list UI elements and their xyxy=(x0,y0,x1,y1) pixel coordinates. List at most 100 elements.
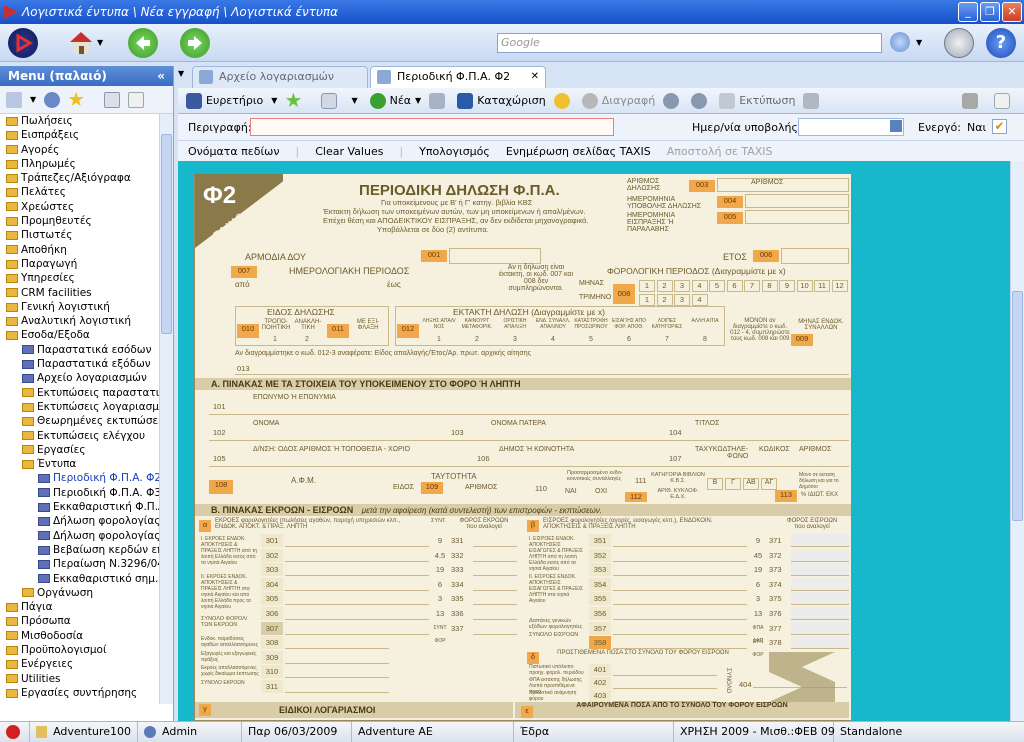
active-checkbox[interactable]: ✔ xyxy=(992,119,1007,134)
eisroes-amount[interactable] xyxy=(613,578,747,591)
search-input[interactable]: Google xyxy=(497,33,882,53)
sidebar-item[interactable]: Utilities xyxy=(0,672,160,686)
submission-date-input[interactable] xyxy=(798,118,904,136)
prost-amount[interactable] xyxy=(613,690,717,702)
eisroes-tax[interactable] xyxy=(791,607,849,620)
eisroes-tax[interactable] xyxy=(791,534,849,547)
index-dropdown-icon[interactable]: ▼ xyxy=(271,96,277,105)
sidebar-item[interactable]: Εκκαθαριστικό σημ. ι xyxy=(0,572,160,586)
ekroes-extra-amount[interactable] xyxy=(285,651,389,664)
home-icon[interactable] xyxy=(68,30,94,56)
etos-field[interactable] xyxy=(781,248,849,264)
arm-doy-field[interactable] xyxy=(449,248,541,264)
sidebar-item[interactable]: Οργάνωση xyxy=(0,586,160,600)
sidebar-item[interactable]: Βεβαίωση κερδών επ xyxy=(0,543,160,557)
row-013-field[interactable] xyxy=(253,360,849,374)
sidebar-item[interactable]: Πληρωμές xyxy=(0,157,160,171)
sidebar-item[interactable]: Θεωρημένες εκτυπώσει xyxy=(0,414,160,428)
ekroes-amount[interactable] xyxy=(285,607,429,620)
help-icon[interactable]: ? xyxy=(986,28,1016,58)
sidebar-item[interactable]: Παραστατικά εσόδων xyxy=(0,343,160,357)
sidebar-item[interactable]: Εισπράξεις xyxy=(0,128,160,142)
sidebar-scrollbar[interactable] xyxy=(159,114,173,704)
eisroes-tax[interactable] xyxy=(791,563,849,577)
sidebar-item[interactable]: Παραστατικά εξόδων xyxy=(0,357,160,371)
new-dropdown-icon[interactable]: ▼ xyxy=(415,96,421,105)
sidebar-item[interactable]: Δήλωση φορολογίας xyxy=(0,514,160,528)
new-button[interactable]: Νέα ▼ xyxy=(369,92,421,109)
sidebar-item[interactable]: Εκτυπώσεις παραστατικώ xyxy=(0,386,160,400)
index-button[interactable]: Ευρετήριο ▼ xyxy=(186,92,277,109)
tabs-dropdown-icon[interactable]: ▼ xyxy=(178,69,190,83)
search-engine-icon[interactable] xyxy=(890,32,910,52)
row-field[interactable] xyxy=(253,400,433,412)
category-box[interactable]: ΑΓ xyxy=(761,478,777,490)
sidebar-item[interactable]: Αναλυτική λογιστική xyxy=(0,314,160,328)
eisroes-tax[interactable] xyxy=(791,577,849,591)
home-dropdown-icon[interactable]: ▼ xyxy=(97,38,103,47)
month-box[interactable]: 1 xyxy=(639,280,655,292)
row-field[interactable] xyxy=(253,452,433,464)
sidebar-item[interactable]: Εσοδα/Εξοδα xyxy=(0,328,160,342)
month-box[interactable]: 9 xyxy=(779,280,795,292)
quarter-box[interactable]: 3 xyxy=(674,294,690,306)
month-box[interactable]: 5 xyxy=(709,280,725,292)
sidebar-item[interactable]: Εργασίες συντήρησης xyxy=(0,686,160,700)
eisroes-amount[interactable] xyxy=(613,622,747,635)
clock-icon[interactable] xyxy=(944,28,974,58)
sidebar-item[interactable]: Αρχείο λογαριασμών xyxy=(0,371,160,385)
sidebar-item[interactable]: Προμηθευτές xyxy=(0,214,160,228)
menu-clear-values[interactable]: Clear Values xyxy=(315,145,383,158)
ekroes-tax[interactable] xyxy=(473,592,517,606)
ekroes-tax[interactable] xyxy=(473,549,517,562)
ekroes-amount[interactable] xyxy=(285,592,429,606)
eisroes-amount[interactable] xyxy=(613,592,747,606)
prost-amount[interactable] xyxy=(613,677,717,689)
print-options-button[interactable] xyxy=(803,92,823,109)
category-box[interactable]: Β xyxy=(707,478,723,490)
sidebar-item[interactable]: Πάγια xyxy=(0,600,160,614)
month-box[interactable]: 6 xyxy=(726,280,743,292)
calendar-icon[interactable] xyxy=(890,120,902,132)
eisroes-tax[interactable] xyxy=(791,592,849,606)
notes-button[interactable] xyxy=(994,92,1014,109)
sidebar-item[interactable]: Προϋπολογισμοί xyxy=(0,643,160,657)
sidebar-item[interactable]: Γενική λογιστική xyxy=(0,300,160,314)
sidebar-item[interactable]: Μισθοδοσία xyxy=(0,629,160,643)
ekroes-tax[interactable] xyxy=(473,534,517,547)
month-box[interactable]: 8 xyxy=(761,280,778,292)
eisroes-tax[interactable] xyxy=(791,621,849,635)
sidebar-item[interactable]: Περιοδική Φ.Π.Α. Φ2 xyxy=(0,471,160,485)
next-record-button[interactable] xyxy=(691,92,711,109)
forward-icon[interactable] xyxy=(180,28,210,58)
sidebar-item[interactable]: Εκκαθαριστική Φ.Π.Α xyxy=(0,500,160,514)
ekroes-tax[interactable] xyxy=(473,607,517,620)
app-menu-icon[interactable] xyxy=(8,28,38,58)
sidebar-item[interactable]: Εκτυπώσεις ελέγχου xyxy=(0,429,160,443)
category-box[interactable]: Γ xyxy=(725,478,741,490)
ekroes-tax[interactable] xyxy=(473,622,517,635)
sidebar-item[interactable]: Αποθήκη xyxy=(0,243,160,257)
ekroes-extra-amount[interactable] xyxy=(285,636,389,649)
sidebar-item[interactable]: Εργασίες xyxy=(0,443,160,457)
month-box[interactable]: 7 xyxy=(744,280,760,292)
print-button[interactable]: Εκτύπωση xyxy=(719,92,795,109)
back-icon[interactable] xyxy=(128,28,158,58)
menu-send-taxis[interactable]: Αποστολή σε TAXIS xyxy=(667,145,773,158)
wizard-button[interactable] xyxy=(285,92,305,109)
delete-button[interactable]: Διαγραφή xyxy=(581,92,655,109)
month-box[interactable]: 4 xyxy=(691,280,708,292)
month-box[interactable]: 12 xyxy=(831,280,848,292)
preview-button[interactable]: ▼ xyxy=(313,92,358,109)
eisroes-tax[interactable] xyxy=(791,636,849,650)
sidebar-item[interactable]: Χρεώστες xyxy=(0,200,160,214)
quarter-box[interactable]: 2 xyxy=(656,294,673,306)
sidebar-item[interactable]: Πελάτες xyxy=(0,185,160,199)
sidebar-item[interactable]: Εκτυπώσεις λογαριασμώ xyxy=(0,400,160,414)
user-icon[interactable] xyxy=(44,91,61,108)
tools-button[interactable] xyxy=(962,92,982,109)
menu-calculate[interactable]: Υπολογισμός xyxy=(419,145,490,158)
sidebar-item[interactable]: Δήλωση φορολογίας xyxy=(0,529,160,543)
month-box[interactable]: 11 xyxy=(814,280,830,292)
prev-record-button[interactable] xyxy=(663,92,683,109)
